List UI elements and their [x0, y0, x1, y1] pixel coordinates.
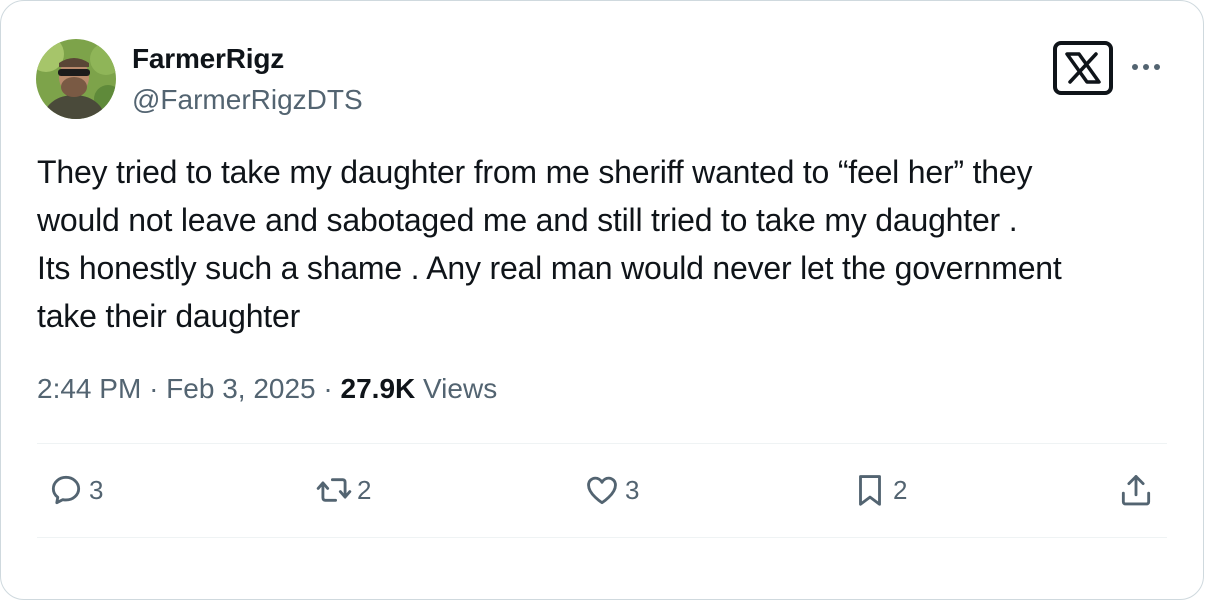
separator-dot: ·	[149, 373, 159, 404]
divider	[37, 537, 1167, 538]
heart-icon	[587, 476, 617, 505]
x-logo-icon[interactable]	[1053, 41, 1113, 95]
like-count: 3	[625, 474, 640, 505]
like-button[interactable]: 3	[583, 471, 639, 509]
views-count: 27.9K	[340, 373, 416, 404]
display-name[interactable]: FarmerRigz	[132, 43, 284, 75]
reply-count: 3	[89, 474, 104, 505]
tweet-time[interactable]: 2:44 PM	[37, 373, 141, 404]
tweet-date[interactable]: Feb 3, 2025	[166, 373, 315, 404]
divider	[37, 443, 1167, 444]
tweet-metadata: 2:44 PM · Feb 3, 2025 · 27.9K Views	[37, 373, 497, 405]
bookmark-count: 2	[893, 474, 908, 505]
avatar-photo	[36, 39, 116, 119]
reply-button[interactable]: 3	[47, 471, 103, 509]
share-icon	[1121, 475, 1151, 506]
retweet-icon	[316, 478, 352, 502]
views-label: Views	[423, 373, 498, 404]
avatar[interactable]	[36, 39, 116, 119]
reply-icon	[51, 475, 81, 505]
tweet-card[interactable]: FarmerRigz @FarmerRigzDTS They tried to …	[0, 0, 1204, 600]
bookmark-icon	[859, 475, 881, 506]
retweet-count: 2	[357, 474, 372, 505]
bookmark-button[interactable]: 2	[851, 471, 907, 509]
retweet-button[interactable]: 2	[315, 471, 371, 509]
more-icon[interactable]	[1131, 53, 1161, 73]
share-button[interactable]	[1117, 471, 1155, 509]
tweet-text: They tried to take my daughter from me s…	[37, 154, 1062, 334]
separator-dot: ·	[323, 373, 333, 404]
user-handle[interactable]: @FarmerRigzDTS	[132, 84, 363, 116]
